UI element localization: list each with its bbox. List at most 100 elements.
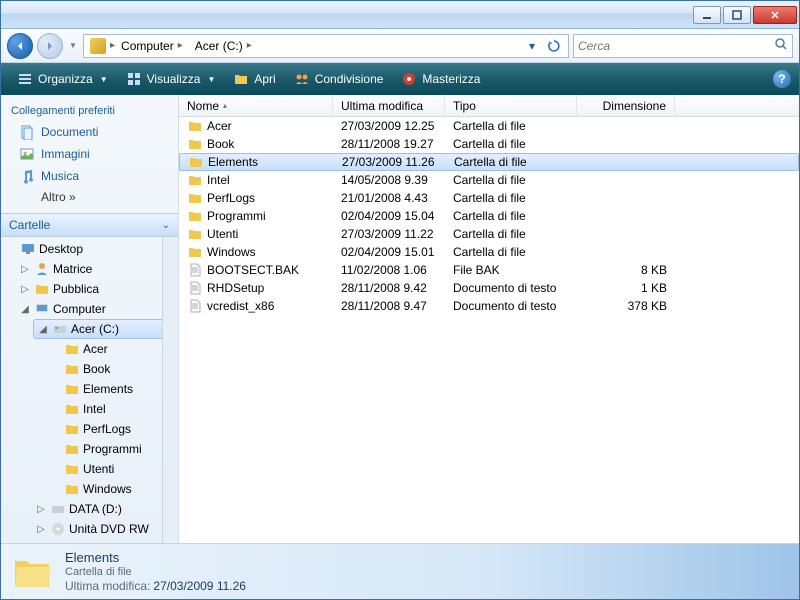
view-button[interactable]: Visualizza▼ xyxy=(118,67,224,91)
user-icon xyxy=(34,261,50,277)
fav-more[interactable]: Altro » xyxy=(1,187,178,207)
documents-icon xyxy=(19,124,35,140)
breadcrumb[interactable]: ▸ Computer▸ Acer (C:)▸ ▾ xyxy=(83,34,569,58)
music-icon xyxy=(19,168,35,184)
folder-icon xyxy=(64,461,80,477)
folders-header[interactable]: Cartelle ⌄ xyxy=(1,213,178,237)
col-name[interactable]: Nome▴ xyxy=(179,95,333,116)
navbar: ▼ ▸ Computer▸ Acer (C:)▸ ▾ xyxy=(1,29,799,63)
open-button[interactable]: Apri xyxy=(225,67,283,91)
file-row[interactable]: Programmi02/04/2009 15.04Cartella di fil… xyxy=(179,207,799,225)
share-button[interactable]: Condivisione xyxy=(286,67,392,91)
close-button[interactable] xyxy=(753,6,797,24)
refresh-button[interactable] xyxy=(544,36,564,56)
folder-tree: Desktop ▷Matrice ▷Pubblica ◢Computer ◢Ac… xyxy=(1,237,178,543)
body: Collegamenti preferiti Documenti Immagin… xyxy=(1,95,799,543)
folder-icon xyxy=(34,281,50,297)
folder-icon xyxy=(187,226,203,242)
folder-icon xyxy=(64,361,80,377)
folder-icon xyxy=(187,118,203,134)
tree-pubblica[interactable]: ▷Pubblica xyxy=(1,279,178,299)
details-type: Cartella di file xyxy=(65,566,246,578)
fav-music[interactable]: Musica xyxy=(1,165,178,187)
folder-icon xyxy=(187,190,203,206)
chevron-down-icon: ⌄ xyxy=(162,220,170,231)
organize-button[interactable]: Organizza▼ xyxy=(9,67,116,91)
titlebar xyxy=(1,1,799,29)
tree-matrice[interactable]: ▷Matrice xyxy=(1,259,178,279)
breadcrumb-dropdown[interactable]: ▾ xyxy=(522,36,542,56)
sidebar: Collegamenti preferiti Documenti Immagin… xyxy=(1,95,179,543)
fav-documents[interactable]: Documenti xyxy=(1,121,178,143)
maximize-button[interactable] xyxy=(723,6,751,24)
sort-asc-icon: ▴ xyxy=(223,101,227,110)
file-row[interactable]: BOOTSECT.BAK11/02/2008 1.06File BAK8 KB xyxy=(179,261,799,279)
tree-intel[interactable]: Intel xyxy=(1,399,178,419)
drive-icon xyxy=(52,321,68,337)
file-row[interactable]: vcredist_x8628/11/2008 9.47Documento di … xyxy=(179,297,799,315)
tree-computer[interactable]: ◢Computer xyxy=(1,299,178,319)
tree-programmi[interactable]: Programmi xyxy=(1,439,178,459)
favorites-section: Collegamenti preferiti Documenti Immagin… xyxy=(1,95,178,213)
tree-data-d[interactable]: ▷DATA (D:) xyxy=(1,499,178,519)
tree-desktop[interactable]: Desktop xyxy=(1,239,178,259)
minimize-button[interactable] xyxy=(693,6,721,24)
file-row[interactable]: Elements27/03/2009 11.26Cartella di file xyxy=(179,153,799,171)
column-headers: Nome▴ Ultima modifica Tipo Dimensione xyxy=(179,95,799,117)
folder-icon xyxy=(187,136,203,152)
file-row[interactable]: Intel14/05/2008 9.39Cartella di file xyxy=(179,171,799,189)
search-icon xyxy=(774,37,788,54)
tree-scrollbar[interactable] xyxy=(162,237,178,543)
tree-dvd[interactable]: ▷Unità DVD RW xyxy=(1,519,178,539)
details-meta: Ultima modifica: 27/03/2009 11.26 xyxy=(65,579,246,593)
favorites-header: Collegamenti preferiti xyxy=(1,101,178,121)
desktop-icon xyxy=(20,241,36,257)
file-icon xyxy=(187,262,203,278)
file-row[interactable]: Windows02/04/2009 15.01Cartella di file xyxy=(179,243,799,261)
file-row[interactable]: Acer27/03/2009 12.25Cartella di file xyxy=(179,117,799,135)
tree-acer-folder[interactable]: Acer xyxy=(1,339,178,359)
burn-icon xyxy=(401,71,417,87)
explorer-window: ▼ ▸ Computer▸ Acer (C:)▸ ▾ Organizza▼ Vi… xyxy=(0,0,800,600)
breadcrumb-computer[interactable]: Computer▸ xyxy=(115,35,189,57)
forward-button[interactable] xyxy=(37,33,63,59)
col-type[interactable]: Tipo xyxy=(445,95,577,116)
col-modified[interactable]: Ultima modifica xyxy=(333,95,445,116)
fav-pictures[interactable]: Immagini xyxy=(1,143,178,165)
view-icon xyxy=(126,71,142,87)
search-input[interactable] xyxy=(578,39,774,53)
folder-icon xyxy=(64,341,80,357)
tree-windows[interactable]: Windows xyxy=(1,479,178,499)
back-button[interactable] xyxy=(7,33,33,59)
folder-icon xyxy=(64,481,80,497)
details-pane: Elements Cartella di file Ultima modific… xyxy=(1,543,799,599)
file-icon xyxy=(187,280,203,296)
search-box[interactable] xyxy=(573,34,793,58)
col-size[interactable]: Dimensione xyxy=(577,95,675,116)
file-row[interactable]: Book28/11/2008 19.27Cartella di file xyxy=(179,135,799,153)
tree-elements[interactable]: Elements xyxy=(1,379,178,399)
tree-acer-c[interactable]: ◢Acer (C:) xyxy=(33,319,178,339)
breadcrumb-acer[interactable]: Acer (C:)▸ xyxy=(189,35,258,57)
history-dropdown[interactable]: ▼ xyxy=(67,36,79,56)
file-row[interactable]: RHDSetup28/11/2008 9.42Documento di test… xyxy=(179,279,799,297)
file-row[interactable]: Utenti27/03/2009 11.22Cartella di file xyxy=(179,225,799,243)
file-list: Nome▴ Ultima modifica Tipo Dimensione Ac… xyxy=(179,95,799,543)
organize-icon xyxy=(17,71,33,87)
folder-icon xyxy=(64,441,80,457)
tree-perflogs[interactable]: PerfLogs xyxy=(1,419,178,439)
tree-book[interactable]: Book xyxy=(1,359,178,379)
help-button[interactable]: ? xyxy=(773,70,791,88)
tree-utenti[interactable]: Utenti xyxy=(1,459,178,479)
toolbar: Organizza▼ Visualizza▼ Apri Condivisione… xyxy=(1,63,799,95)
folder-icon xyxy=(187,244,203,260)
open-icon xyxy=(233,71,249,87)
folder-icon xyxy=(64,381,80,397)
folder-icon xyxy=(64,421,80,437)
dvd-icon xyxy=(50,521,66,537)
file-row[interactable]: PerfLogs21/01/2008 4.43Cartella di file xyxy=(179,189,799,207)
pictures-icon xyxy=(19,146,35,162)
share-icon xyxy=(294,71,310,87)
burn-button[interactable]: Masterizza xyxy=(393,67,488,91)
drive-icon xyxy=(50,501,66,517)
